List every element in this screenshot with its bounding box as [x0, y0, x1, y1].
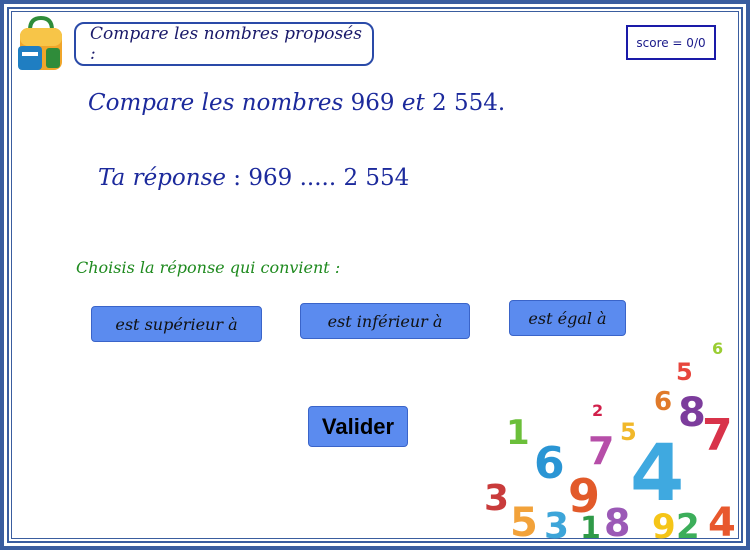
question-conjunction: et — [401, 90, 425, 116]
answer-number-b: 2 554 — [343, 165, 410, 191]
decor-digit: 1 — [580, 511, 601, 540]
validate-button[interactable]: Valider — [308, 406, 408, 447]
question-suffix: . — [497, 90, 506, 116]
decor-digit: 3 — [484, 478, 509, 519]
decor-digit: 8 — [604, 501, 630, 540]
decor-digit: 5 — [510, 500, 538, 540]
page-title: Compare les nombres proposés : — [74, 22, 374, 66]
choice-less-button[interactable]: est inférieur à — [300, 303, 470, 339]
decor-digit: 5 — [620, 418, 637, 446]
decor-digit: 7 — [702, 410, 733, 461]
decor-digit: 4 — [708, 500, 736, 540]
answer-blank: ..... — [299, 165, 337, 191]
decor-digit: 1 — [506, 413, 530, 453]
decor-digit: 5 — [676, 358, 693, 386]
answer-line: Ta réponse : 969 ..... 2 554 — [98, 165, 409, 191]
question-number-b: 2 554 — [432, 90, 498, 116]
colorful-numbers-illustration: 6 2 5 1 4 6 9 7 8 3 5 7 4 3 1 8 9 2 6 5 — [484, 340, 736, 540]
decor-digit: 6 — [712, 340, 723, 358]
question-number-a: 969 — [350, 90, 395, 116]
question-prefix: Compare les nombres — [88, 90, 344, 116]
answer-label: Ta réponse — [98, 165, 226, 191]
decor-digit: 2 — [676, 507, 700, 540]
choice-equal-button[interactable]: est égal à — [509, 300, 626, 336]
decor-digit: 6 — [534, 438, 565, 489]
instruction-text: Choisis la réponse qui convient : — [76, 258, 341, 277]
backpack-icon — [18, 16, 62, 70]
decor-digit: 2 — [592, 401, 603, 420]
choice-greater-button[interactable]: est supérieur à — [91, 306, 262, 342]
answer-separator: : — [233, 165, 242, 191]
decor-digit: 9 — [652, 507, 676, 540]
decor-digit: 4 — [630, 429, 684, 519]
decor-digit: 3 — [544, 506, 569, 540]
answer-number-a: 969 — [248, 165, 293, 191]
decor-digit: 7 — [588, 429, 614, 473]
decor-digit: 6 — [654, 387, 672, 417]
score-display: score = 0/0 — [626, 25, 716, 60]
question-text: Compare les nombres 969 et 2 554. — [88, 90, 505, 116]
